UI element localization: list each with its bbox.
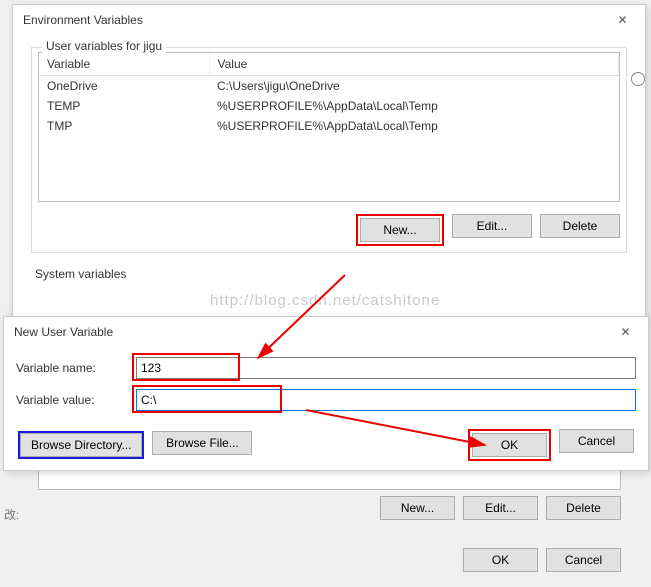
ok-button[interactable]: OK [472,433,547,457]
browse-directory-button[interactable]: Browse Directory... [20,433,142,457]
table-row[interactable]: TEMP %USERPROFILE%\AppData\Local\Temp [39,96,619,116]
col-variable[interactable]: Variable [39,53,209,76]
user-variables-table[interactable]: Variable Value OneDrive C:\Users\jigu\On… [38,52,620,202]
browse-file-button[interactable]: Browse File... [152,431,252,455]
table-row[interactable]: TMP %USERPROFILE%\AppData\Local\Temp [39,116,619,136]
col-value[interactable]: Value [209,53,619,76]
user-variables-label: User variables for jigu [42,39,166,53]
variable-value-input[interactable] [136,389,636,411]
bg-text-stub: 改: [4,506,19,523]
env-dialog-title: Environment Variables [23,13,143,27]
bg-cancel-button[interactable]: Cancel [546,548,621,572]
delete-button[interactable]: Delete [540,214,620,238]
edit-button[interactable]: Edit... [452,214,532,238]
bg-ok-button[interactable]: OK [463,548,538,572]
new-user-variable-dialog: New User Variable ✕ Variable name: Varia… [3,316,649,471]
cancel-button[interactable]: Cancel [559,429,634,453]
close-icon[interactable]: ✕ [600,5,645,35]
variable-value-label: Variable value: [16,393,126,407]
environment-variables-dialog: Environment Variables ✕ User variables f… [12,4,646,324]
variable-name-input[interactable] [136,357,636,379]
bg-edit-button[interactable]: Edit... [463,496,538,520]
table-row[interactable]: OneDrive C:\Users\jigu\OneDrive [39,76,619,97]
env-dialog-titlebar: Environment Variables ✕ [13,5,645,35]
new-button[interactable]: New... [360,218,440,242]
bg-new-button[interactable]: New... [380,496,455,520]
system-variables-label: System variables [35,267,631,281]
new-var-titlebar: New User Variable ✕ [4,317,648,347]
close-icon[interactable]: ✕ [603,317,648,347]
variable-name-label: Variable name: [16,361,126,375]
bg-delete-button[interactable]: Delete [546,496,621,520]
radio-stub [631,72,645,86]
new-var-title: New User Variable [14,325,113,339]
